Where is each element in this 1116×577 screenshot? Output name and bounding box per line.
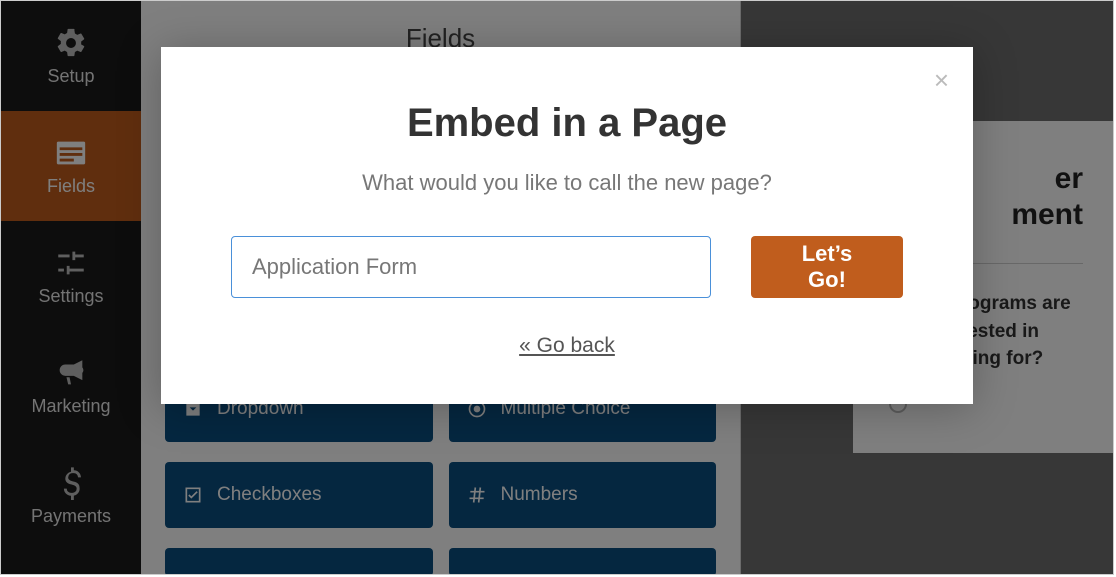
app-root: Setup Fields Settings Marketing Payments [0,0,1114,575]
lets-go-button[interactable]: Let’s Go! [751,236,903,298]
close-icon[interactable]: × [934,65,949,96]
go-back-link[interactable]: « Go back [231,334,903,358]
modal-title: Embed in a Page [231,101,903,146]
page-name-input[interactable] [231,236,711,298]
modal-subtitle: What would you like to call the new page… [231,170,903,196]
embed-modal: × Embed in a Page What would you like to… [161,47,973,404]
modal-form-row: Let’s Go! [231,236,903,298]
